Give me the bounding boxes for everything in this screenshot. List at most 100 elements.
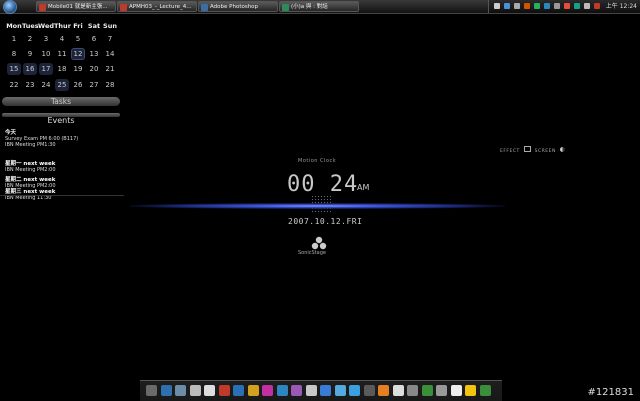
calendar-day-header: Tues xyxy=(22,22,39,30)
network-icon[interactable] xyxy=(504,3,510,9)
calendar-day[interactable]: 16 xyxy=(23,63,37,76)
calendar-day[interactable]: 27 xyxy=(87,79,101,91)
calendar-day[interactable]: 11 xyxy=(55,48,69,60)
sonicstage-label: SonicStage xyxy=(298,250,326,256)
shield-icon[interactable] xyxy=(524,3,530,9)
contrast-icon[interactable] xyxy=(559,147,565,152)
blue-glow-bar xyxy=(130,203,505,209)
dock-chat-icon[interactable] xyxy=(378,385,389,396)
flag-icon[interactable] xyxy=(494,3,500,9)
app-icon[interactable] xyxy=(594,3,600,9)
calendar-day[interactable]: 15 xyxy=(7,63,21,76)
taskbar-button-photoshop[interactable]: Adobe Photoshop xyxy=(198,1,278,12)
msn-icon[interactable] xyxy=(534,3,540,9)
calendar-day[interactable]: 13 xyxy=(87,48,101,60)
big-clock-ampm: AM xyxy=(357,183,370,192)
calendar-day[interactable]: 20 xyxy=(87,63,101,75)
toggle-icon[interactable] xyxy=(523,146,531,152)
dock-finder-icon[interactable] xyxy=(146,385,157,396)
calendar-day[interactable]: 14 xyxy=(103,48,117,60)
calendar-day[interactable]: 28 xyxy=(103,79,117,91)
dock-settings-icon[interactable] xyxy=(465,385,476,396)
event-group: 星期二 next week IBN Meeting PM2:00 xyxy=(5,177,56,189)
taskbar-button-mobile01[interactable]: Mobile01 就是新主張... xyxy=(36,1,116,12)
calendar-day[interactable]: 8 xyxy=(7,48,21,60)
taskbar-button-chat[interactable]: (小)a 與 : 對話 xyxy=(279,1,359,12)
photoshop-icon xyxy=(201,4,208,11)
system-tray: 上午 12:24 xyxy=(488,0,640,13)
big-clock-time: 00 24 xyxy=(287,172,359,197)
calendar-day[interactable]: 21 xyxy=(103,63,117,75)
dock-mail-icon[interactable] xyxy=(334,385,346,396)
calendar-day-header: Fri xyxy=(73,22,83,30)
calendar-day[interactable]: 6 xyxy=(87,33,101,45)
browser-icon xyxy=(39,4,46,11)
event-group: 星期一 next week IBN Meeting PM2:00 xyxy=(5,161,56,173)
dock-calculator-icon[interactable] xyxy=(479,385,491,396)
dock-pen-icon[interactable] xyxy=(204,385,215,396)
dock-printer-icon[interactable] xyxy=(407,385,418,396)
motion-clock-label: Motion Clock xyxy=(298,158,337,164)
dock-globe-icon[interactable] xyxy=(305,385,317,396)
dock-opera-icon[interactable] xyxy=(218,385,230,396)
calendar-day-header: Mon xyxy=(6,22,22,30)
dock-book-icon[interactable] xyxy=(276,385,288,396)
update-icon[interactable] xyxy=(564,3,570,9)
dock-chart-icon[interactable] xyxy=(320,385,331,396)
calendar-day[interactable]: 10 xyxy=(39,48,53,60)
calendar-day[interactable]: 18 xyxy=(55,63,69,75)
big-clock-date: 2007.10.12.FRI xyxy=(288,217,363,226)
app-icon[interactable] xyxy=(574,3,580,9)
sonicstage-logo-icon[interactable] xyxy=(311,236,327,250)
watermark-text: #121831 xyxy=(587,387,634,398)
usb-icon[interactable] xyxy=(554,3,560,9)
calendar-day[interactable]: 22 xyxy=(7,79,21,91)
tasks-header[interactable]: Tasks xyxy=(2,97,120,106)
calendar-day[interactable]: 9 xyxy=(23,48,37,60)
calendar-day[interactable]: 2 xyxy=(23,33,37,45)
calendar-day[interactable]: 25 xyxy=(55,78,69,91)
dock-tools-icon[interactable] xyxy=(436,385,447,396)
calendar-day-header: Wed xyxy=(38,22,54,30)
calendar-day[interactable]: 23 xyxy=(23,79,37,91)
app-icon[interactable] xyxy=(584,3,590,9)
calendar-day[interactable]: 17 xyxy=(39,63,53,76)
calendar-day[interactable]: 26 xyxy=(71,79,85,91)
dock-music-icon[interactable] xyxy=(291,385,302,396)
dock-camera-icon[interactable] xyxy=(392,385,404,396)
bluetooth-icon[interactable] xyxy=(544,3,550,9)
dock-clock-icon[interactable] xyxy=(450,385,462,396)
dock-gear-icon[interactable] xyxy=(160,385,172,396)
event-item[interactable]: IBN Meeting PM1:30 xyxy=(5,142,78,148)
calendar-day[interactable]: 3 xyxy=(39,33,53,45)
dock-app-icon[interactable] xyxy=(262,385,273,396)
calendar-day-header: Thur xyxy=(54,22,71,30)
volume-icon[interactable] xyxy=(514,3,520,9)
dock-pc-icon[interactable] xyxy=(233,385,244,396)
events-header[interactable]: Events xyxy=(2,116,120,125)
dock xyxy=(140,380,502,401)
chat-icon xyxy=(282,4,289,11)
dock-folder-icon[interactable] xyxy=(175,385,186,396)
dock-media-icon[interactable] xyxy=(363,385,375,396)
taskbar: Mobile01 就是新主張... APMH03_-_Lecture_4... … xyxy=(0,0,640,14)
dock-contacts-icon[interactable] xyxy=(349,385,360,396)
tray-clock[interactable]: 上午 12:24 xyxy=(606,0,637,13)
calendar-day-header: Sun xyxy=(103,22,117,30)
calendar-header: Mon Tues Wed Thur Fri Sat Sun xyxy=(0,22,124,32)
calendar-day[interactable]: 19 xyxy=(71,63,85,75)
event-item[interactable]: IBN Meeting PM2:00 xyxy=(5,167,56,173)
effect-screen-controls[interactable]: EFFECT SCREEN xyxy=(500,146,565,154)
sidebar-gadget: Mon Tues Wed Thur Fri Sat Sun 1234567891… xyxy=(0,14,124,201)
calendar-day[interactable]: 7 xyxy=(103,33,117,45)
calendar-day[interactable]: 4 xyxy=(55,33,69,45)
calendar-day[interactable]: 1 xyxy=(7,33,21,45)
calendar-day[interactable]: 24 xyxy=(39,79,53,91)
calendar-day[interactable]: 5 xyxy=(71,33,85,45)
dock-trash-icon[interactable] xyxy=(421,385,433,396)
dock-printer-icon[interactable] xyxy=(189,385,201,396)
dock-mail-icon[interactable] xyxy=(247,385,259,396)
start-button[interactable] xyxy=(3,0,17,14)
taskbar-button-lecture[interactable]: APMH03_-_Lecture_4... xyxy=(117,1,197,12)
calendar-day[interactable]: 12 xyxy=(71,48,85,61)
